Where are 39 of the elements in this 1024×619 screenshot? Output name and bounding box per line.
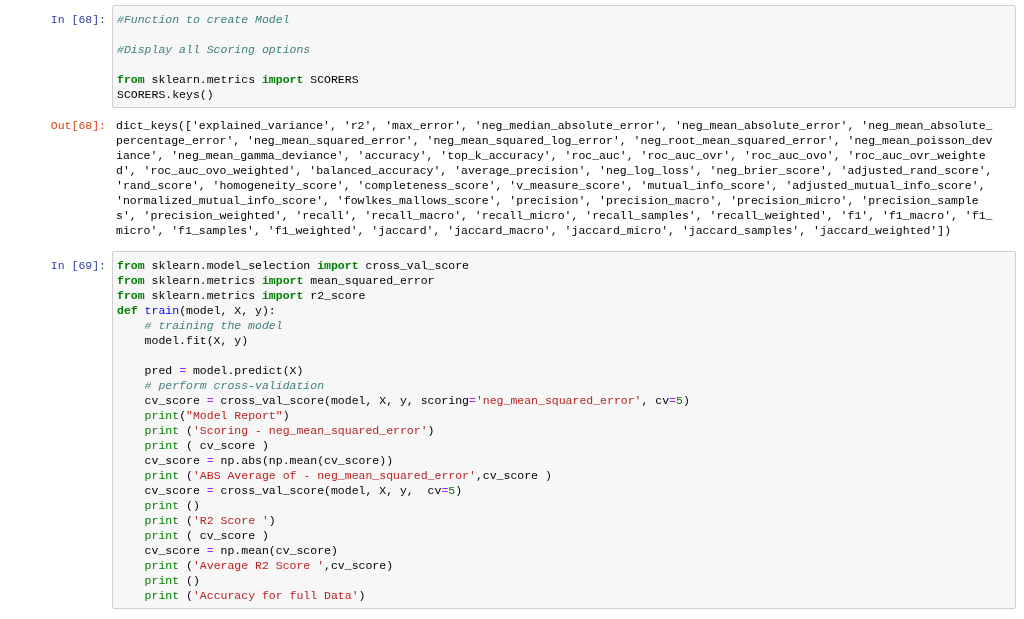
code-line: print () [143, 498, 201, 513]
output-line: dict_keys(['explained_variance', 'r2', 'max_error', 'neg_median_absolute_error', 'neg_mean_absolute_error', 'neg_mean_absolute_ [116, 118, 994, 133]
code-line: print () [143, 573, 201, 588]
output-line: d', 'roc_auc_ovo_weighted', 'balanced_accuracy', 'average_precision', 'neg_log_loss', 'neg_brier_score', 'adjusted_rand_score', [116, 163, 994, 178]
code-line: SCORERS.keys() [117, 87, 215, 102]
cell-prompt: Out[68]: [49, 118, 106, 134]
code-line: pred = model.predict(X) [143, 363, 305, 378]
code-line: print ('Average R2 Score ',cv_score) [143, 558, 395, 573]
output-line: 'rand_score', 'homogeneity_score', 'completeness_score', 'v_measure_score', 'mutual_info_score', 'adjusted_mutual_info_score', [116, 178, 987, 193]
output-line: percentage_error', 'neg_mean_squared_error', 'neg_mean_squared_log_error', 'neg_root_mean_squared_error', 'neg_mean_poisson_dev [116, 133, 994, 148]
code-line: print ( cv_score ) [143, 438, 270, 453]
output-line: iance', 'neg_mean_gamma_deviance', 'accuracy', 'top_k_accuracy', 'roc_auc', 'roc_auc_ovr', 'roc_auc_ovo', 'roc_auc_ovr_weighte [116, 148, 987, 163]
code-cell[interactable]: #Function to create Model #Display all Scoring options from sklearn.metrics import SCORERS SCORERS.keys() [112, 5, 1016, 108]
code-line: print("Model Report") [143, 408, 291, 423]
cell-prompt: In [68]: [49, 12, 106, 28]
code-line: print ('Scoring - neg_mean_squared_error') [143, 423, 436, 438]
code-line: cv_score = np.abs(np.mean(cv_score)) [143, 453, 395, 468]
code-line: # perform cross-validation [143, 378, 326, 393]
code-line: #Display all Scoring options [117, 42, 312, 57]
code-line: cv_score = cross_val_score(model, X, y, scoring='neg_mean_squared_error', cv=5) [143, 393, 691, 408]
code-line: from sklearn.model_selection import cross_val_score [117, 258, 470, 273]
code-line: cv_score = cross_val_score(model, X, y, cv=5) [143, 483, 464, 498]
code-line: # training the model [143, 318, 284, 333]
code-line: cv_score = np.mean(cv_score) [143, 543, 339, 558]
code-line: print ('ABS Average of - neg_mean_squared_error',cv_score ) [143, 468, 553, 483]
code-line: print ( cv_score ) [143, 528, 270, 543]
code-line: from sklearn.metrics import SCORERS [117, 72, 360, 87]
code-line: #Function to create Model [117, 12, 291, 27]
code-line: model.fit(X, y) [143, 333, 250, 348]
code-line: print ('R2 Score ') [143, 513, 277, 528]
output-line: s', 'precision_weighted', 'recall', 'recall_macro', 'recall_micro', 'recall_samples', 'recall_weighted', 'f1', 'f1_macro', 'f1_ [116, 208, 994, 223]
code-line: print ('Accuracy for full Data') [143, 588, 367, 603]
output-line: 'normalized_mutual_info_score', 'fowlkes_mallows_score', 'precision', 'precision_macro', 'precision_micro', 'precision_sample [116, 193, 980, 208]
code-line: from sklearn.metrics import mean_squared_error [117, 273, 436, 288]
code-line: def train(model, X, y): [117, 303, 277, 318]
code-cell[interactable] [112, 251, 1016, 609]
cell-prompt: In [69]: [49, 258, 106, 274]
code-line: from sklearn.metrics import r2_score [117, 288, 367, 303]
output-line: micro', 'f1_samples', 'f1_weighted', 'jaccard', 'jaccard_macro', 'jaccard_micro', 'jaccard_samples', 'jaccard_weighted']) [116, 223, 953, 238]
